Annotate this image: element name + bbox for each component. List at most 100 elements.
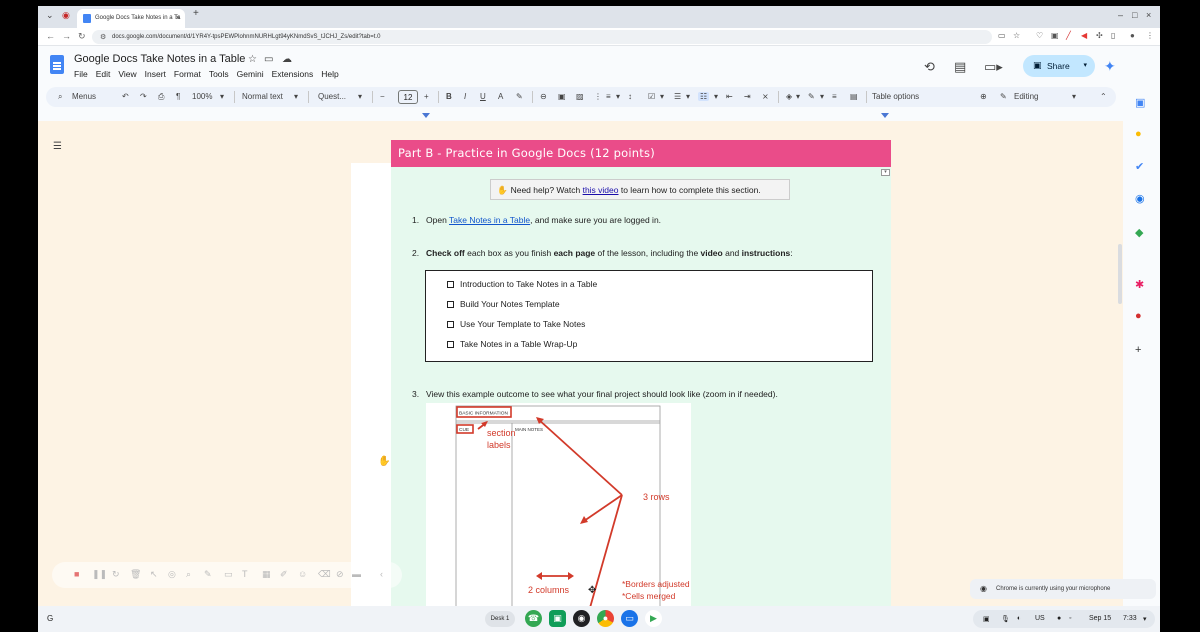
border-color-dropdown-icon[interactable]: ▾ (820, 92, 824, 101)
menu-extensions[interactable]: Extensions (272, 69, 314, 79)
checkbox[interactable] (447, 321, 454, 328)
phone-app-icon[interactable]: ☎ (525, 610, 542, 627)
shield-extension-icon[interactable]: ♡ (1036, 31, 1043, 40)
mic-off-icon[interactable]: ⊘ (336, 569, 344, 580)
classroom-app-icon[interactable]: ▣ (549, 610, 566, 627)
text-color-icon[interactable]: A (498, 92, 503, 101)
site-info-icon[interactable]: ⚙ (100, 33, 106, 41)
pen-extension-icon[interactable]: ╱ (1066, 31, 1071, 40)
share-button[interactable]: ▣ Share ▾ (1023, 55, 1095, 77)
decrease-indent-icon[interactable]: ⇤ (726, 92, 733, 101)
eraser-icon[interactable]: ⌫ (318, 569, 331, 580)
highlight-tool-icon[interactable]: ◎ (168, 569, 176, 580)
screencast-extension-icon[interactable]: ◀ (1081, 31, 1087, 40)
share-dropdown-icon[interactable]: ▾ (1083, 61, 1087, 69)
editing-pencil-icon[interactable]: ✎ (1000, 92, 1007, 101)
tray-mic-icon[interactable]: 🎙 (1001, 615, 1010, 623)
delete-icon[interactable]: 🗑 (130, 569, 141, 580)
cast-icon[interactable]: ▭ (998, 31, 1006, 40)
blur-tool-icon[interactable]: ▦ (262, 569, 271, 580)
tray-pause-icon[interactable]: ◐ (1017, 615, 1021, 622)
help-video-link[interactable]: this video (583, 185, 619, 195)
menu-tools[interactable]: Tools (209, 69, 229, 79)
files-app-icon[interactable]: ▭ (621, 610, 638, 627)
style-select[interactable]: Normal text (242, 92, 283, 101)
menu-help[interactable]: Help (321, 69, 338, 79)
decrease-font-size-icon[interactable]: − (380, 92, 385, 101)
more-menu-icon[interactable]: ⋮ (1146, 31, 1154, 40)
search-menus-icon[interactable]: ⌕ (58, 92, 62, 102)
increase-font-size-icon[interactable]: + (424, 92, 429, 101)
checklist-item[interactable]: Take Notes in a Table Wrap-Up (447, 339, 577, 349)
reload-icon[interactable]: ↻ (78, 31, 86, 42)
browser-tab-docs[interactable]: Google Docs Take Notes in a Ta × (77, 9, 185, 28)
example-outcome-image[interactable]: BASIC INFORMATION CUE MAIN NOTES section… (426, 403, 691, 632)
contacts-icon[interactable]: ◉ (1135, 192, 1145, 205)
add-addon-icon[interactable]: + (1135, 344, 1141, 356)
meet-icon[interactable]: ▭▸ (984, 59, 1003, 75)
right-indent-marker[interactable] (881, 113, 889, 118)
take-notes-link[interactable]: Take Notes in a Table (449, 215, 530, 225)
checkbox[interactable] (447, 281, 454, 288)
puzzle-extensions-icon[interactable]: ✣ (1096, 31, 1103, 40)
camera-icon[interactable]: ▬ (352, 569, 361, 579)
gemini-toolbar-icon[interactable]: ⊕ (980, 92, 987, 101)
bookmark-star-icon[interactable]: ☆ (1013, 31, 1020, 40)
checklist-item[interactable]: Build Your Notes Template (447, 299, 560, 309)
more-insert-icon[interactable]: ⋮ (594, 92, 602, 101)
redo-icon[interactable]: ↷ (140, 92, 147, 101)
close-window-icon[interactable]: × (1146, 10, 1151, 20)
url-input[interactable]: ⚙ docs.google.com/document/d/1YR4Y-tpsPE… (92, 30, 992, 44)
left-indent-marker[interactable] (422, 113, 430, 118)
tab-search-icon[interactable]: ⌄ (46, 10, 54, 21)
docs-logo-icon[interactable] (50, 55, 64, 74)
italic-icon[interactable]: I (464, 92, 466, 101)
mode-dropdown-icon[interactable]: ▾ (1072, 92, 1076, 101)
launcher-icon[interactable]: G (47, 614, 53, 623)
menu-format[interactable]: Format (174, 69, 201, 79)
checklist-item[interactable]: Use Your Template to Take Notes (447, 319, 585, 329)
locale-label[interactable]: US (1035, 615, 1045, 622)
line-spacing-icon[interactable]: ↕ (628, 92, 632, 101)
collapse-icon[interactable]: ‹ (380, 569, 383, 579)
cell-fill-icon[interactable]: ◈ (786, 92, 792, 101)
stop-recording-icon[interactable]: ■ (74, 569, 79, 579)
editing-mode-select[interactable]: Editing (1014, 92, 1038, 101)
notification-count-icon[interactable]: ● (1057, 615, 1061, 622)
zoom-select[interactable]: 100% (192, 92, 212, 101)
new-tab-button[interactable]: + (193, 8, 199, 19)
draw-tool-icon[interactable]: ✐ (280, 569, 288, 580)
underline-icon[interactable]: U (480, 92, 486, 101)
border-width-icon[interactable]: ≡ (832, 92, 837, 101)
screen-capture-icon[interactable]: ▣ (983, 615, 990, 623)
collapse-toolbar-icon[interactable]: ⌃ (1100, 92, 1107, 101)
play-store-icon[interactable]: ▶ (645, 610, 662, 627)
zoom-dropdown-icon[interactable]: ▾ (220, 92, 224, 101)
sidebar-icon[interactable]: ▯ (1111, 31, 1115, 40)
version-history-icon[interactable]: ⟲ (924, 59, 935, 75)
clear-formatting-icon[interactable]: ⨯ (762, 92, 769, 101)
align-dropdown-icon[interactable]: ▾ (616, 92, 620, 101)
pause-icon[interactable]: ❚❚ (92, 569, 107, 580)
checkbox[interactable] (447, 341, 454, 348)
checklist-dropdown-icon[interactable]: ▾ (660, 92, 664, 101)
calendar-icon[interactable]: ▣ (1135, 96, 1145, 109)
pointer-icon[interactable]: ↖ (150, 569, 158, 580)
minimize-icon[interactable]: – (1118, 10, 1123, 20)
star-icon[interactable]: ☆ (248, 54, 257, 65)
mic-extension-icon[interactable]: ● (1135, 310, 1142, 322)
restart-icon[interactable]: ↻ (112, 569, 120, 580)
rectangle-tool-icon[interactable]: ▭ (224, 569, 233, 580)
numbered-dropdown-icon[interactable]: ▾ (714, 92, 718, 101)
menu-file[interactable]: File (74, 69, 88, 79)
status-tray[interactable]: ▣ 🎙 ◐ US ● ◦ Sep 15 7:33 ▾ (973, 610, 1155, 628)
move-folder-icon[interactable]: ▭ (264, 54, 273, 65)
numbered-list-icon[interactable]: ☷ (698, 92, 710, 101)
menu-view[interactable]: View (118, 69, 136, 79)
comments-icon[interactable]: ▤ (954, 59, 966, 75)
font-size-input[interactable]: 12 (398, 90, 418, 104)
print-icon[interactable]: ⎙ (158, 92, 164, 102)
tasks-icon[interactable]: ✔ (1135, 160, 1144, 173)
tab-close-icon[interactable]: × (175, 13, 180, 22)
scrollbar[interactable] (1118, 244, 1122, 304)
